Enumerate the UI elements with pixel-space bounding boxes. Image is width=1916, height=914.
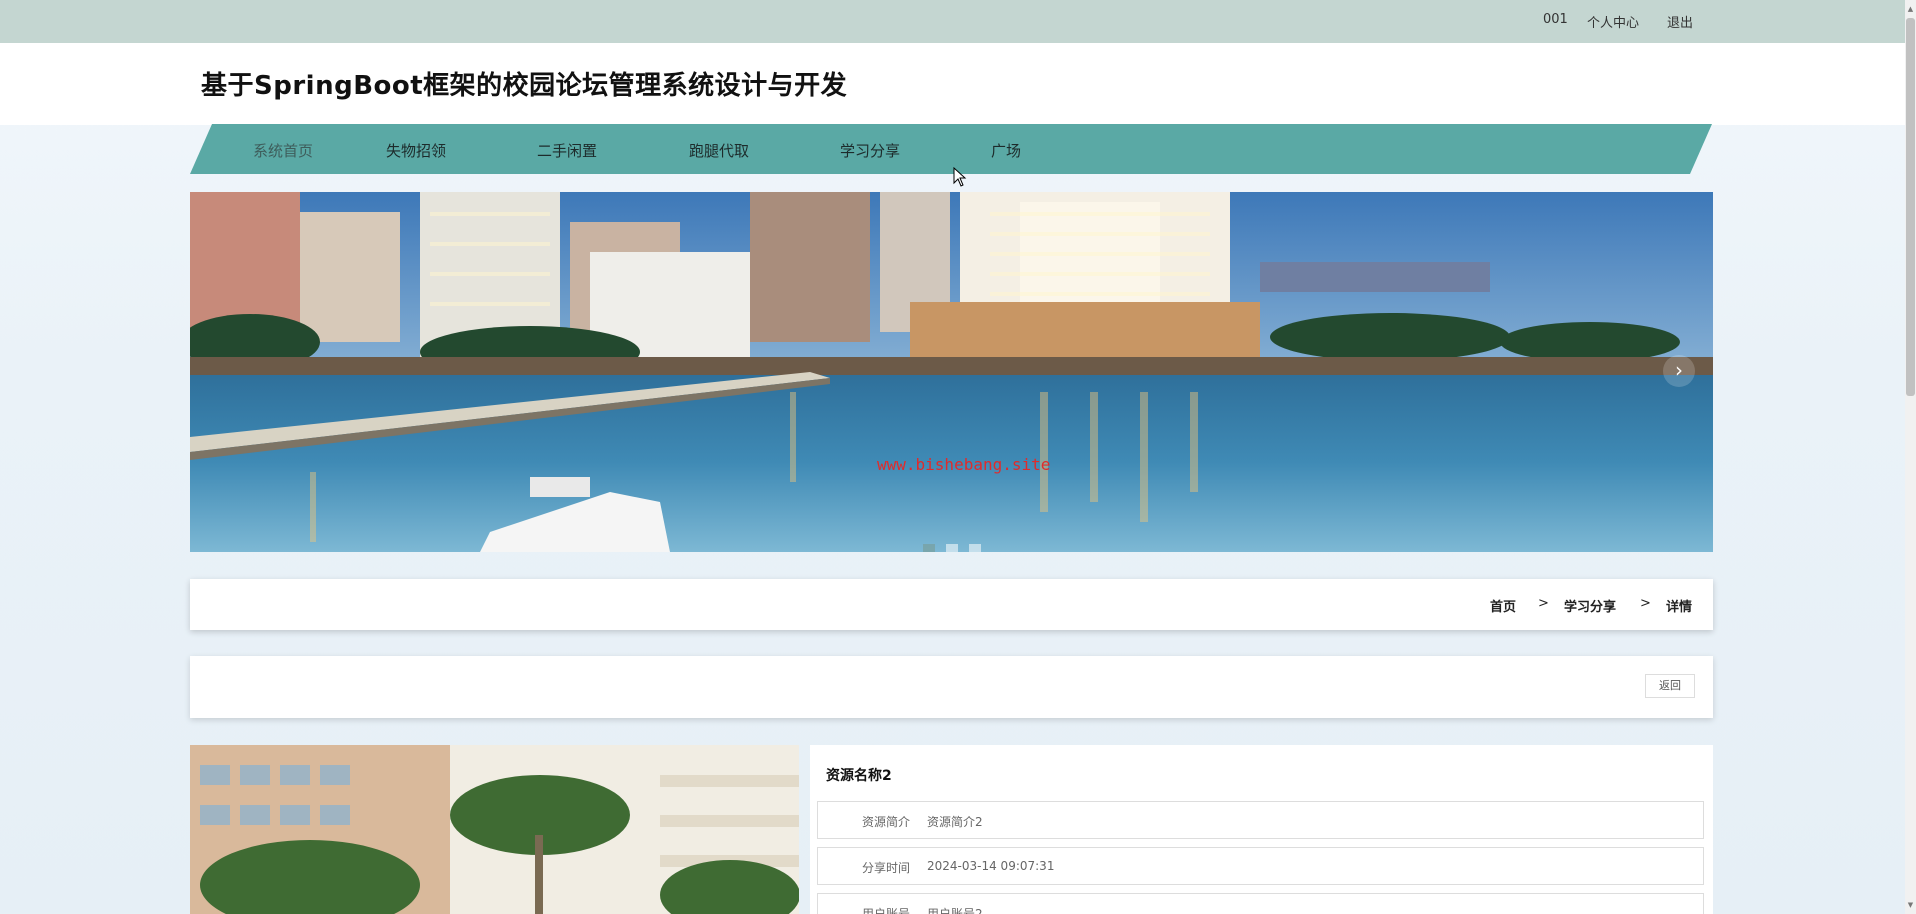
site-header: 基于SpringBoot框架的校园论坛管理系统设计与开发 [0,43,1905,125]
resource-detail-panel: 资源名称2 资源简介 资源简介2 分享时间 2024-03-14 09:07:3… [810,745,1713,914]
field-label: 资源简介 [861,815,910,829]
profile-link[interactable]: 个人中心 [1587,12,1639,31]
nav-item-home[interactable]: 系统首页 [253,140,313,161]
scrollbar-thumb[interactable] [1906,18,1915,396]
field-label: 用户账号 [861,907,910,914]
nav-item-errands[interactable]: 跑腿代取 [689,140,749,161]
breadcrumb-current: 详情 [1666,600,1693,615]
breadcrumb-separator: > [1538,596,1549,611]
scroll-up-icon[interactable]: ▲ [1906,2,1915,16]
main-nav: 系统首页 失物招领 二手闲置 跑腿代取 学习分享 广场 [190,124,1712,174]
logout-link[interactable]: 退出 [1667,12,1693,31]
field-value: 用户账号2 [927,907,983,914]
detail-row: 资源简介 资源简介2 [817,801,1704,839]
field-label: 分享时间 [861,861,910,875]
action-bar: 返回 [190,656,1713,718]
nav-item-lost-found[interactable]: 失物招领 [386,140,446,161]
field-value: 资源简介2 [927,815,983,829]
nav-item-study-share[interactable]: 学习分享 [840,140,900,161]
watermark-text: www.bishebang.site [877,455,1051,474]
chevron-right-icon[interactable]: › [1663,355,1695,387]
site-title: 基于SpringBoot框架的校园论坛管理系统设计与开发 [201,71,848,101]
breadcrumb: 首页 > 学习分享 > 详情 [190,579,1713,630]
resource-name: 资源名称2 [826,768,892,784]
back-button[interactable]: 返回 [1645,674,1695,698]
carousel-dot[interactable] [946,544,959,552]
resource-image [190,745,799,914]
detail-row: 用户账号 用户账号2 [817,893,1704,914]
breadcrumb-separator: > [1640,596,1651,611]
nav-item-square[interactable]: 广场 [991,140,1021,161]
nav-item-second-hand[interactable]: 二手闲置 [537,140,597,161]
top-bar: 001 个人中心 退出 [0,0,1916,43]
carousel-dot[interactable] [923,544,935,552]
mouse-cursor-icon [953,167,967,187]
carousel-indicators [923,537,987,552]
breadcrumb-home[interactable]: 首页 [1490,596,1516,615]
banner-image [190,192,1713,552]
user-id-link[interactable]: 001 [1543,12,1568,27]
scroll-down-icon[interactable]: ▼ [1906,898,1915,912]
carousel-dot[interactable] [969,544,982,552]
breadcrumb-section[interactable]: 学习分享 [1564,596,1616,615]
banner-carousel[interactable]: www.bishebang.site › [190,192,1713,552]
field-value: 2024-03-14 09:07:31 [927,859,1055,873]
detail-row: 分享时间 2024-03-14 09:07:31 [817,847,1704,885]
